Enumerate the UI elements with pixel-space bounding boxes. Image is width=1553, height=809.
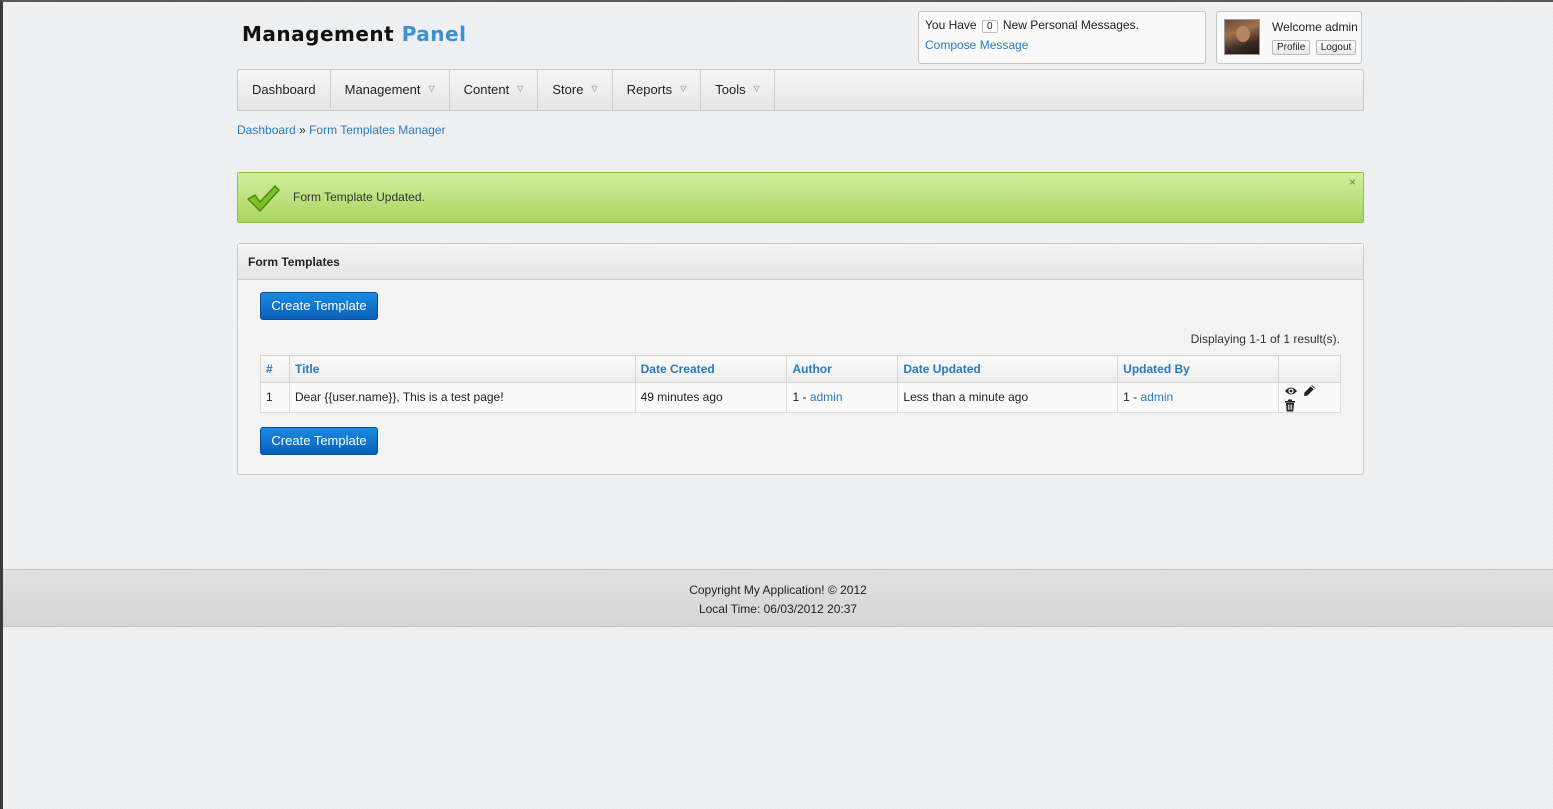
- brand-title: Management: [242, 22, 395, 46]
- nav-item-store[interactable]: Store ▽: [538, 70, 613, 110]
- checkmark-icon: [247, 185, 280, 212]
- breadcrumb-dashboard-link[interactable]: Dashboard: [237, 123, 296, 137]
- create-template-button-bottom[interactable]: Create Template: [260, 427, 378, 455]
- cell-actions: [1278, 382, 1341, 413]
- pencil-icon[interactable]: [1303, 384, 1316, 397]
- cell-updated-by: 1 - admin: [1117, 382, 1280, 413]
- templates-table: # Title Date Created Author Date Updated…: [260, 355, 1341, 413]
- column-header-updated-by[interactable]: Updated By: [1117, 355, 1280, 383]
- nav-item-reports[interactable]: Reports ▽: [613, 70, 702, 110]
- brand-title-accent: Panel: [401, 22, 467, 46]
- alert-message: Form Template Updated.: [293, 190, 425, 204]
- form-templates-panel: Form Templates Create Template Displayin…: [237, 243, 1364, 475]
- column-header-actions: [1278, 355, 1341, 383]
- column-header-date-updated[interactable]: Date Updated: [897, 355, 1119, 383]
- column-header-title[interactable]: Title: [288, 355, 636, 383]
- messages-box: You Have 0 New Personal Messages. Compos…: [918, 11, 1206, 64]
- create-template-button-top[interactable]: Create Template: [260, 292, 378, 320]
- welcome-text: Welcome admin: [1272, 20, 1358, 34]
- footer: Copyright My Application! © 2012 Local T…: [3, 569, 1553, 627]
- column-header-date-created[interactable]: Date Created: [634, 355, 788, 383]
- footer-local-time: Local Time: 06/03/2012 20:37: [698, 602, 858, 616]
- user-box: Welcome admin Profile Logout: [1216, 11, 1362, 64]
- author-link[interactable]: admin: [810, 390, 843, 404]
- eye-icon[interactable]: [1284, 385, 1298, 397]
- chevron-down-icon: ▽: [517, 84, 524, 93]
- messages-prefix: You Have: [925, 18, 977, 32]
- results-summary: Displaying 1-1 of 1 result(s).: [1190, 332, 1340, 346]
- profile-button[interactable]: Profile: [1272, 40, 1311, 55]
- avatar: [1224, 19, 1260, 55]
- column-header-id[interactable]: #: [260, 355, 290, 383]
- footer-copyright: Copyright My Application! © 2012: [689, 583, 867, 597]
- cell-title: Dear {{user.name}}, This is a test page!: [288, 382, 636, 413]
- nav-item-content[interactable]: Content ▽: [450, 70, 539, 110]
- cell-author: 1 - admin: [786, 382, 899, 413]
- updated-by-link[interactable]: admin: [1141, 390, 1174, 404]
- messages-count-badge: 0: [981, 20, 998, 33]
- column-header-author[interactable]: Author: [786, 355, 899, 383]
- close-icon[interactable]: ×: [1349, 175, 1356, 189]
- chevron-down-icon: ▽: [591, 84, 598, 93]
- chevron-down-icon: ▽: [753, 84, 760, 93]
- trash-icon[interactable]: [1284, 399, 1296, 412]
- breadcrumb-separator: »: [299, 123, 306, 137]
- breadcrumb-current[interactable]: Form Templates Manager: [309, 123, 446, 137]
- cell-id: 1: [260, 382, 290, 413]
- success-alert: Form Template Updated. ×: [237, 172, 1364, 223]
- chevron-down-icon: ▽: [428, 84, 435, 93]
- nav-item-tools[interactable]: Tools ▽: [701, 70, 775, 110]
- nav-item-dashboard[interactable]: Dashboard: [238, 70, 331, 110]
- chevron-down-icon: ▽: [680, 84, 687, 93]
- cell-date-updated: Less than a minute ago: [897, 382, 1119, 413]
- compose-message-link[interactable]: Compose Message: [925, 38, 1199, 52]
- messages-suffix: New Personal Messages.: [1002, 18, 1139, 32]
- breadcrumb: Dashboard » Form Templates Manager: [237, 123, 446, 137]
- main-nav: Dashboard Management ▽ Content ▽ Store ▽ Re…: [237, 69, 1364, 111]
- panel-title: Form Templates: [238, 244, 1363, 280]
- table-row: 1 Dear {{user.name}}, This is a test pag…: [260, 382, 1341, 413]
- brand-logo: Management Panel: [242, 22, 466, 46]
- cell-date-created: 49 minutes ago: [634, 382, 788, 413]
- nav-item-management[interactable]: Management ▽: [331, 70, 450, 110]
- logout-button[interactable]: Logout: [1315, 40, 1357, 55]
